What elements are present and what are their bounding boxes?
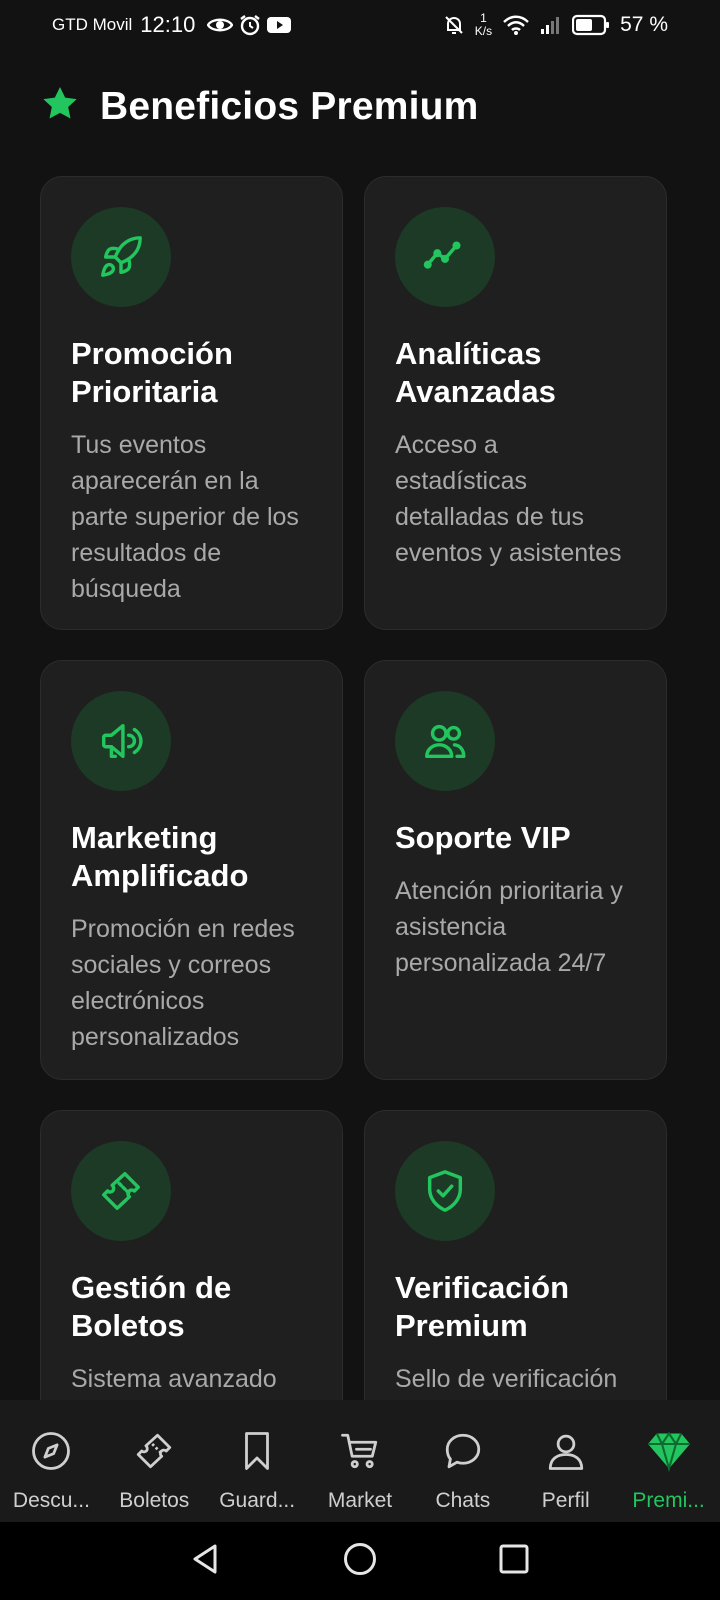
clock: 12:10 [140, 12, 196, 37]
benefit-description: Tus eventos aparecerán en la parte super… [71, 431, 299, 603]
benefit-title: Soporte VIP [395, 820, 571, 855]
benefit-card-analiticas: Analíticas Avanzadas Acceso a estadístic… [364, 176, 667, 630]
ticket-icon [71, 1141, 171, 1241]
page-header: Beneficios Premium [40, 84, 479, 129]
users-icon [395, 691, 495, 791]
trending-up-icon [395, 207, 495, 307]
nav-label: Guard... [219, 1489, 296, 1512]
nav-item-descubrir[interactable]: Descu... [0, 1400, 103, 1522]
benefit-description: Acceso a estadísticas detalladas de tus … [395, 431, 622, 567]
youtube-icon [267, 16, 292, 34]
battery-percent: 57 % [620, 13, 668, 36]
benefit-description: Sello de verificación [395, 1365, 618, 1393]
status-bar: GTD Movil 12:10 1 K/s 57 % [0, 0, 720, 50]
nav-label: Premi... [632, 1489, 705, 1512]
home-button[interactable] [283, 1541, 437, 1582]
benefit-title: Verificación Premium [395, 1270, 570, 1343]
nav-label: Perfil [541, 1489, 590, 1512]
bookmark-icon [236, 1430, 278, 1477]
carrier-name: GTD Movil [52, 15, 133, 34]
benefit-description: Sistema avanzado [71, 1365, 277, 1393]
benefit-title: Gestión de Boletos [71, 1270, 232, 1343]
ticket-icon [133, 1430, 175, 1477]
user-icon [545, 1430, 587, 1477]
network-speed-unit: K/s [474, 24, 493, 38]
nav-item-boletos[interactable]: Boletos [103, 1400, 206, 1522]
nav-label: Market [327, 1489, 393, 1512]
benefit-description: Promoción en redes sociales y correos el… [71, 915, 295, 1051]
nav-label: Descu... [12, 1489, 90, 1512]
page-title: Beneficios Premium [100, 84, 479, 128]
nav-label: Boletos [119, 1489, 190, 1512]
benefit-card-boletos: Gestión de Boletos Sistema avanzado [40, 1110, 343, 1400]
compass-icon [30, 1430, 72, 1477]
benefit-card-marketing: Marketing Amplificado Promoción en redes… [40, 660, 343, 1080]
eye-icon [207, 16, 234, 34]
nav-item-guardados[interactable]: Guard... [206, 1400, 309, 1522]
rocket-icon [71, 207, 171, 307]
home-circle-icon [342, 1541, 378, 1582]
back-triangle-icon [189, 1542, 223, 1581]
bell-off-icon [443, 14, 465, 36]
benefits-grid: Promoción Prioritaria Tus eventos aparec… [40, 176, 680, 1400]
benefit-title: Promoción Prioritaria [71, 336, 233, 409]
nav-item-premium[interactable]: Premi... [617, 1400, 720, 1522]
benefit-card-soporte: Soporte VIP Atención prioritaria y asist… [364, 660, 667, 1080]
benefit-card-promocion: Promoción Prioritaria Tus eventos aparec… [40, 176, 343, 630]
battery-icon [572, 14, 610, 36]
benefit-title: Marketing Amplificado [71, 820, 249, 893]
alarm-icon [239, 14, 261, 36]
benefit-card-verificacion: Verificación Premium Sello de verificaci… [364, 1110, 667, 1400]
recents-button[interactable] [437, 1542, 591, 1581]
shield-check-icon [395, 1141, 495, 1241]
system-navigation-bar [0, 1522, 720, 1600]
star-icon [40, 84, 80, 129]
benefit-title: Analíticas Avanzadas [395, 336, 556, 409]
chat-icon [442, 1430, 484, 1477]
benefit-description: Atención prioritaria y asistencia person… [395, 877, 623, 977]
recents-square-icon [497, 1542, 531, 1581]
diamond-icon [646, 1430, 692, 1477]
back-button[interactable] [129, 1542, 283, 1581]
signal-icon [540, 15, 562, 35]
nav-label: Chats [435, 1489, 491, 1512]
wifi-icon [502, 14, 530, 36]
network-speed: 1 K/s [475, 12, 492, 38]
nav-item-market[interactable]: Market [309, 1400, 412, 1522]
megaphone-icon [71, 691, 171, 791]
cart-icon [339, 1430, 381, 1477]
nav-item-chats[interactable]: Chats [411, 1400, 514, 1522]
nav-item-perfil[interactable]: Perfil [514, 1400, 617, 1522]
bottom-navigation: Descu... Boletos Guard... Market Chats P… [0, 1400, 720, 1522]
